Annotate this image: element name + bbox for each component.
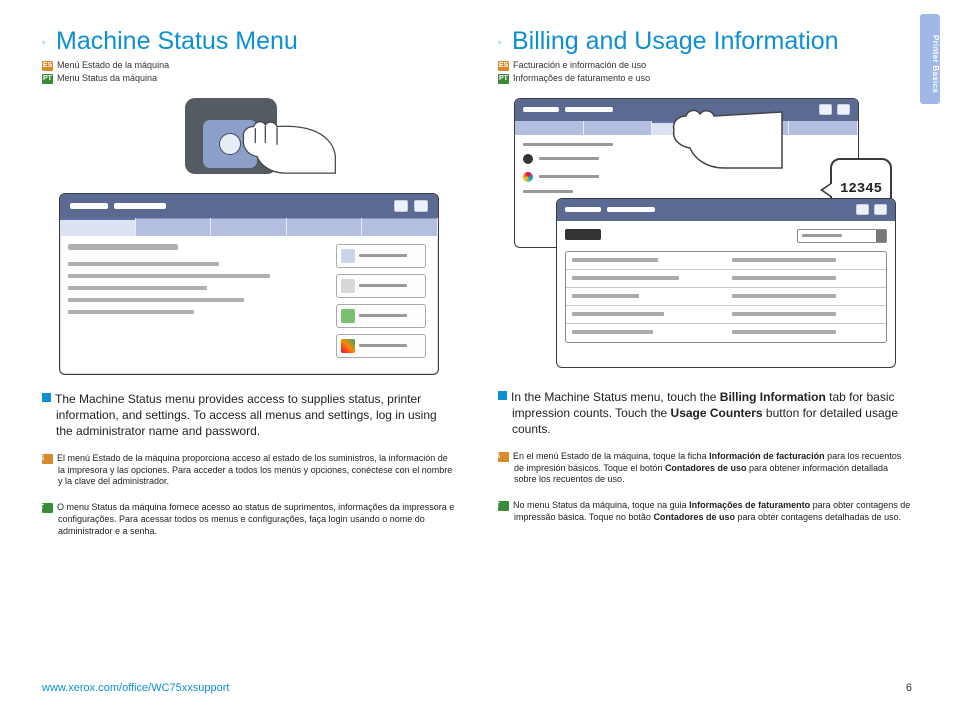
subline-es: ES Menú Estado de la máquina [42, 60, 456, 71]
column-machine-status: ▫ Machine Status Menu ES Menú Estado de la… [42, 28, 456, 537]
subline-pt-text: Menu Status da máquina [57, 73, 157, 83]
usage-table [565, 251, 887, 343]
support-link[interactable]: www.xerox.com/office/WC75xxsupport [42, 682, 229, 694]
en-square-icon [498, 391, 507, 400]
subline-pt-text: Informações de faturamento e uso [513, 73, 650, 83]
subline-pt: PT Menu Status da máquina [42, 73, 456, 84]
page-icon [341, 249, 355, 263]
lang-icon [874, 204, 887, 215]
bold-term: Contadores de uso [665, 463, 747, 473]
column-billing: ▫ Billing and Usage Information ES Factura… [498, 28, 912, 537]
subline-es: ES Facturación e información de uso [498, 60, 912, 71]
illustration-status-screen [59, 193, 439, 375]
illustration-billing-screens: 12345 [514, 98, 896, 373]
info-icon [219, 133, 241, 155]
text: In the Machine Status menu, touch the [511, 390, 720, 404]
es-badge-icon: ES [498, 61, 509, 71]
page-columns: ▫ Machine Status Menu ES Menú Estado de la… [0, 0, 954, 561]
lang-icon [837, 104, 850, 115]
paragraph-es: ES El menú Estado de la máquina proporcio… [42, 453, 456, 488]
tab [136, 218, 211, 236]
subline-pt: PT Informações de faturamento e uso [498, 73, 912, 84]
en-square-icon [42, 393, 51, 402]
pt-badge-icon: PT [498, 74, 509, 84]
bold-term: Usage Counters [671, 406, 763, 420]
tab [362, 218, 437, 236]
es-badge-icon: ES [498, 452, 509, 462]
pt-badge-icon: PT [42, 503, 53, 513]
subline-es-text: Menú Estado de la máquina [57, 60, 169, 70]
es-badge-icon: ES [42, 61, 53, 71]
es-badge-icon: ES [42, 454, 53, 464]
screen-header [60, 194, 438, 218]
screen-tabs [60, 218, 438, 236]
en-bullet-icon: ▫ [498, 38, 508, 48]
hand-icon [664, 90, 784, 180]
text: No menu Status da máquina, toque na guia [513, 500, 689, 510]
bold-term: Informações de faturamento [689, 500, 810, 510]
heading-billing: ▫ Billing and Usage Information [498, 28, 912, 56]
list-icon [341, 279, 355, 293]
option-button [336, 244, 426, 268]
heading-text: Machine Status Menu [56, 27, 298, 55]
tab-active [60, 218, 135, 236]
text: En el menú Estado de la máquina, toque l… [513, 451, 709, 461]
option-button [336, 334, 426, 358]
black-dot-icon [523, 154, 533, 164]
pt-badge-icon: PT [42, 74, 53, 84]
chevron-down-icon [876, 230, 886, 242]
paragraph-en-text: The Machine Status menu provides access … [55, 392, 437, 438]
lang-icon [414, 200, 428, 212]
bold-term: Billing Information [720, 390, 826, 404]
login-icon [856, 204, 869, 215]
dropdown [797, 229, 887, 243]
en-bullet-icon: ▫ [42, 38, 52, 48]
paragraph-es: ES En el menú Estado de la máquina, toque… [498, 451, 912, 486]
login-icon [394, 200, 408, 212]
label-chip [565, 229, 601, 240]
section-tab: Printer Basics [920, 14, 940, 104]
subline-es-text: Facturación e información de uso [513, 60, 646, 70]
paragraph-pt: PT No menu Status da máquina, toque na gu… [498, 500, 912, 523]
login-icon [819, 104, 832, 115]
counter-value: 12345 [840, 181, 882, 197]
page-number: 6 [906, 682, 912, 694]
option-button [336, 304, 426, 328]
bold-term: Información de facturación [709, 451, 825, 461]
color-icon [341, 339, 355, 353]
pt-badge-icon: PT [498, 501, 509, 511]
machine-status-button [203, 120, 257, 168]
paragraph-es-text: El menú Estado de la máquina proporciona… [57, 453, 452, 486]
window-usage-counters [556, 198, 896, 368]
heading-machine-status: ▫ Machine Status Menu [42, 28, 456, 56]
color-dot-icon [523, 172, 533, 182]
bold-term: Contadores de uso [653, 512, 735, 522]
illustration-press-button [167, 98, 332, 183]
paragraph-en: The Machine Status menu provides access … [42, 391, 456, 440]
text: para obter contagens detalhadas de uso. [735, 512, 901, 522]
toner-icon [341, 309, 355, 323]
page-footer: www.xerox.com/office/WC75xxsupport 6 [42, 682, 912, 694]
heading-text: Billing and Usage Information [512, 27, 839, 55]
screen-body [60, 236, 438, 374]
tab [287, 218, 362, 236]
paragraph-en: In the Machine Status menu, touch the Bi… [498, 389, 912, 438]
paragraph-pt: PT O menu Status da máquina fornece acess… [42, 502, 456, 537]
paragraph-pt-text: O menu Status da máquina fornece acesso … [57, 502, 454, 535]
tab [211, 218, 286, 236]
option-button [336, 274, 426, 298]
